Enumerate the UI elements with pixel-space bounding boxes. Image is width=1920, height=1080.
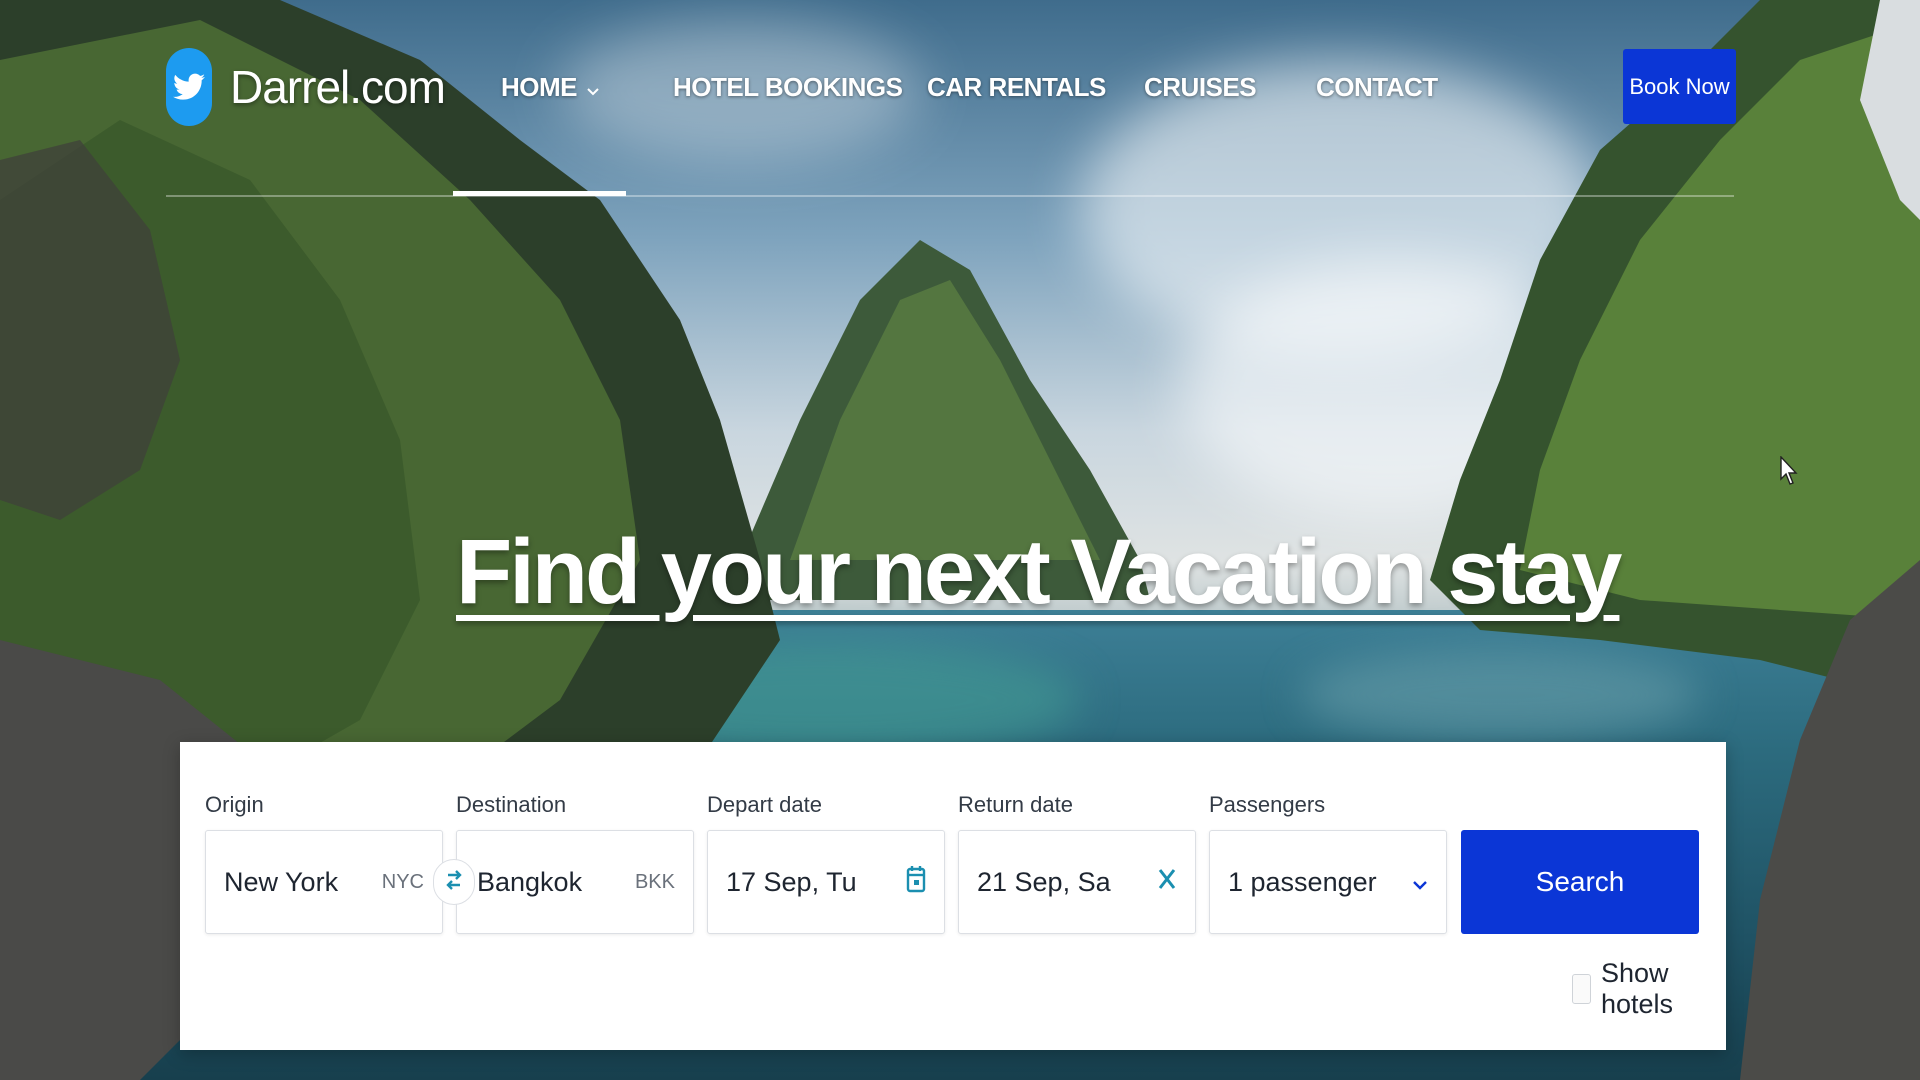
- passengers-select[interactable]: 1 passenger: [1209, 830, 1447, 934]
- destination-field[interactable]: Bangkok BKK: [456, 830, 694, 934]
- origin-value: New York: [224, 866, 339, 897]
- nav-item-cruises[interactable]: CRUISES: [1144, 72, 1257, 103]
- book-now-button[interactable]: Book Now: [1623, 49, 1736, 124]
- brand-logo[interactable]: Darrel.com: [166, 48, 446, 126]
- depart-date-label: Depart date: [707, 792, 822, 817]
- chevron-down-icon: [1412, 867, 1428, 898]
- passengers-value: 1 passenger: [1228, 866, 1377, 897]
- destination-code: BKK: [634, 870, 675, 893]
- nav-active-indicator: [453, 191, 626, 196]
- return-date-label: Return date: [958, 792, 1073, 817]
- nav-item-label: CAR RENTALS: [927, 72, 1106, 102]
- origin-label: Origin: [205, 792, 264, 817]
- passengers-label: Passengers: [1209, 792, 1326, 817]
- calendar-icon[interactable]: [906, 864, 926, 901]
- nav-item-contact[interactable]: CONTACT: [1316, 72, 1438, 103]
- show-hotels-option[interactable]: Show hotels: [1572, 958, 1726, 1020]
- origin-field[interactable]: New York NYC: [205, 830, 443, 934]
- depart-date-value: 17 Sep, Tu: [726, 866, 857, 897]
- search-button[interactable]: Search: [1461, 830, 1699, 934]
- twitter-bird-icon: [166, 48, 212, 126]
- nav-item-car-rentals[interactable]: CAR RENTALS: [927, 72, 1106, 103]
- search-panel: Origin New York NYC Destination Bangkok …: [180, 742, 1726, 1050]
- swap-button[interactable]: [433, 859, 475, 905]
- close-icon[interactable]: [1157, 866, 1177, 899]
- nav-item-hotel-bookings[interactable]: HOTEL BOOKINGS: [673, 72, 903, 103]
- mouse-cursor-icon: [1780, 455, 1798, 491]
- show-hotels-checkbox[interactable]: [1572, 974, 1591, 1004]
- show-hotels-label: Show hotels: [1601, 958, 1674, 1019]
- destination-value: Bangkok: [477, 866, 583, 897]
- return-date-field[interactable]: 21 Sep, Sa: [958, 830, 1196, 934]
- nav-item-label: HOTEL BOOKINGS: [673, 72, 903, 102]
- nav-item-label: CRUISES: [1144, 72, 1257, 102]
- nav-item-home[interactable]: HOME: [501, 72, 599, 103]
- depart-date-field[interactable]: 17 Sep, Tu: [707, 830, 945, 934]
- origin-code: NYC: [381, 870, 424, 893]
- swap-arrows-icon: [444, 867, 464, 898]
- brand-name: Darrel.com: [230, 61, 446, 113]
- top-navigation: Darrel.com HOME HOTEL BOOKINGS CAR RENTA…: [0, 0, 1920, 200]
- nav-item-label: CONTACT: [1316, 72, 1438, 102]
- nav-item-label: HOME: [501, 72, 578, 102]
- chevron-down-icon: [587, 72, 599, 103]
- hero-title: Find your next Vacation stay: [456, 521, 1622, 623]
- destination-label: Destination: [456, 792, 567, 817]
- nav-divider: [166, 195, 1734, 197]
- return-date-value: 21 Sep, Sa: [977, 866, 1111, 897]
